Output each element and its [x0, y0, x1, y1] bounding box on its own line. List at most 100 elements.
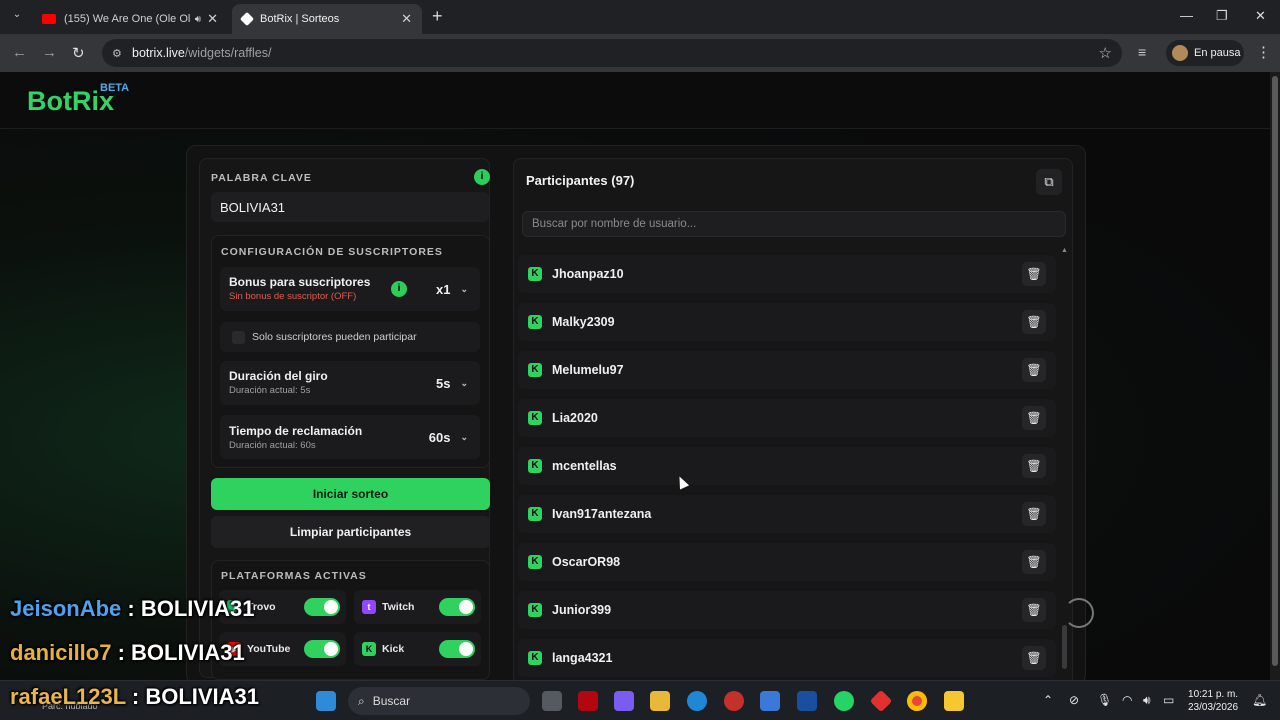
- info-icon[interactable]: i: [391, 281, 407, 297]
- taskbar-search[interactable]: ⌕ Buscar: [348, 687, 530, 715]
- reload-icon[interactable]: ↻: [72, 44, 85, 62]
- back-arrow-icon[interactable]: ←: [12, 44, 27, 61]
- participant-row: K Jhoanpaz10 🗑︎: [518, 255, 1056, 293]
- participant-row: Kmcentellas 🗑︎: [518, 447, 1056, 485]
- speaker-icon[interactable]: 🔊︎: [195, 14, 201, 25]
- media-control-icon[interactable]: ≡: [1138, 44, 1146, 60]
- claim-time-value: 60s: [428, 430, 451, 445]
- platform-name: YouTube: [247, 643, 291, 655]
- opera-icon[interactable]: [724, 691, 744, 711]
- scroll-thumb[interactable]: [1062, 625, 1067, 669]
- chevron-down-icon: ⌄: [460, 432, 468, 442]
- more-menu-icon[interactable]: ⋮: [1256, 43, 1271, 61]
- delete-participant-trash-icon[interactable]: 🗑︎: [1022, 358, 1046, 382]
- maximize-icon[interactable]: ❐: [1216, 8, 1228, 24]
- twitch-toggle[interactable]: [439, 598, 475, 616]
- microphone-icon[interactable]: 🎙︎: [1097, 693, 1112, 707]
- chat-line: danicillo7 : BOLIVIA31: [10, 640, 245, 666]
- tab-botrix[interactable]: BotRix | Sorteos ✕: [232, 4, 422, 34]
- tab-search-chevron-icon[interactable]: ⌄: [8, 9, 26, 25]
- youtube-icon: [42, 14, 56, 24]
- wifi-icon[interactable]: ◠: [1122, 693, 1132, 707]
- claim-time-select[interactable]: 60s ⌄: [429, 430, 468, 445]
- forward-arrow-icon[interactable]: →: [42, 44, 57, 61]
- scroll-up-icon[interactable]: ▲: [1061, 247, 1068, 254]
- only-subs-row[interactable]: Solo suscriptores pueden participar: [220, 322, 480, 352]
- delete-participant-trash-icon[interactable]: 🗑︎: [1022, 454, 1046, 478]
- edge-icon[interactable]: [687, 691, 707, 711]
- delete-participant-trash-icon[interactable]: 🗑︎: [1022, 262, 1046, 286]
- page-scroll-thumb[interactable]: [1272, 76, 1278, 666]
- sticky-notes-icon[interactable]: [944, 691, 964, 711]
- bonus-multiplier-select[interactable]: x1 ⌄: [436, 282, 468, 297]
- battery-icon[interactable]: ▭: [1163, 693, 1174, 707]
- url-host: botrix.live: [132, 46, 185, 60]
- kick-icon: K: [362, 642, 376, 656]
- youtube-toggle[interactable]: [304, 640, 340, 658]
- delete-participant-trash-icon[interactable]: 🗑︎: [1022, 310, 1046, 334]
- subscriber-config-label: CONFIGURACIÓN DE SUSCRIPTORES: [221, 246, 443, 258]
- minimize-icon[interactable]: —: [1180, 8, 1193, 23]
- bookmark-star-icon[interactable]: ☆: [1099, 44, 1112, 62]
- copilot-icon[interactable]: [614, 691, 634, 711]
- delete-participant-trash-icon[interactable]: 🗑︎: [1022, 406, 1046, 430]
- only-subs-label: Solo suscriptores pueden participar: [252, 331, 417, 343]
- claim-time-current: Duración actual: 60s: [229, 440, 316, 451]
- kick-toggle[interactable]: [439, 640, 475, 658]
- tray-chevron-icon[interactable]: ⌃: [1043, 693, 1053, 707]
- keyword-input[interactable]: BOLIVIA31: [211, 192, 489, 222]
- app-diamond-icon[interactable]: [869, 689, 893, 713]
- close-window-icon[interactable]: ✕: [1255, 8, 1266, 24]
- site-info-icon[interactable]: ⚙︎: [112, 47, 124, 60]
- botrix-logo[interactable]: BotRix BETA: [27, 82, 129, 117]
- platform-twitch: t Twitch: [354, 590, 481, 624]
- delete-participant-trash-icon[interactable]: 🗑︎: [1022, 550, 1046, 574]
- spin-duration-value: 5s: [435, 376, 451, 391]
- profile-button[interactable]: En pausa: [1166, 40, 1244, 66]
- delete-participant-trash-icon[interactable]: 🗑︎: [1022, 598, 1046, 622]
- trovo-toggle[interactable]: [304, 598, 340, 616]
- close-tab-icon[interactable]: ✕: [207, 11, 218, 27]
- bonus-multiplier-value: x1: [435, 282, 451, 297]
- chat-message: : BOLIVIA31: [111, 640, 245, 665]
- chrome-icon[interactable]: [907, 691, 927, 711]
- disney-icon[interactable]: [797, 691, 817, 711]
- spin-duration-select[interactable]: 5s ⌄: [436, 376, 468, 391]
- volume-icon[interactable]: 🔊︎: [1143, 693, 1151, 708]
- whatsapp-icon[interactable]: [834, 691, 854, 711]
- windows-start-icon[interactable]: [316, 691, 336, 711]
- only-subs-checkbox[interactable]: [232, 331, 245, 344]
- keyword-label: PALABRA CLAVE: [211, 172, 312, 184]
- new-tab-plus-icon[interactable]: +: [432, 6, 443, 27]
- page-scrollbar[interactable]: [1270, 72, 1280, 680]
- file-explorer-icon[interactable]: [650, 691, 670, 711]
- chat-user: rafaeL123L: [10, 684, 126, 709]
- participant-name: Junior399: [552, 603, 612, 617]
- loading-spinner-icon: [1064, 598, 1094, 628]
- info-icon[interactable]: i: [474, 169, 490, 185]
- close-tab-icon[interactable]: ✕: [401, 11, 412, 27]
- kick-icon: K: [528, 555, 542, 569]
- clock-date: 23/03/2026: [1188, 702, 1239, 713]
- notification-bell-icon[interactable]: 🔔︎: [1252, 693, 1267, 707]
- clear-participants-button[interactable]: Limpiar participantes: [211, 516, 490, 548]
- delete-participant-trash-icon[interactable]: 🗑︎: [1022, 502, 1046, 526]
- delete-participant-trash-icon[interactable]: 🗑︎: [1022, 646, 1046, 670]
- copy-icon[interactable]: ⧉: [1036, 169, 1062, 195]
- participant-search-input[interactable]: [522, 211, 1066, 237]
- kick-icon: K: [528, 267, 542, 281]
- task-view-icon[interactable]: [542, 691, 562, 711]
- store-icon[interactable]: [760, 691, 780, 711]
- participant-name: Ivan917antezana: [552, 507, 652, 521]
- tray-app-icon[interactable]: ⊘: [1069, 693, 1079, 707]
- chat-message: : BOLIVIA31: [125, 684, 260, 709]
- start-raffle-button[interactable]: Iniciar sorteo: [211, 478, 490, 510]
- kick-icon: K: [528, 651, 542, 665]
- address-bar[interactable]: ⚙︎ botrix.live/widgets/raffles/ ☆: [102, 39, 1122, 67]
- tab-title: BotRix | Sorteos: [260, 13, 340, 25]
- tab-youtube[interactable]: (155) We Are One (Ole Ola) 🔊︎ ✕: [32, 4, 228, 34]
- netflix-icon[interactable]: [578, 691, 598, 711]
- participants-title: Participantes (97): [526, 173, 635, 188]
- system-clock[interactable]: 10:21 p. m. 23/03/2026: [1188, 688, 1238, 714]
- participants-panel: Participantes (97) ⧉ K Jhoanpaz10 🗑︎ K Malky…: [513, 158, 1073, 680]
